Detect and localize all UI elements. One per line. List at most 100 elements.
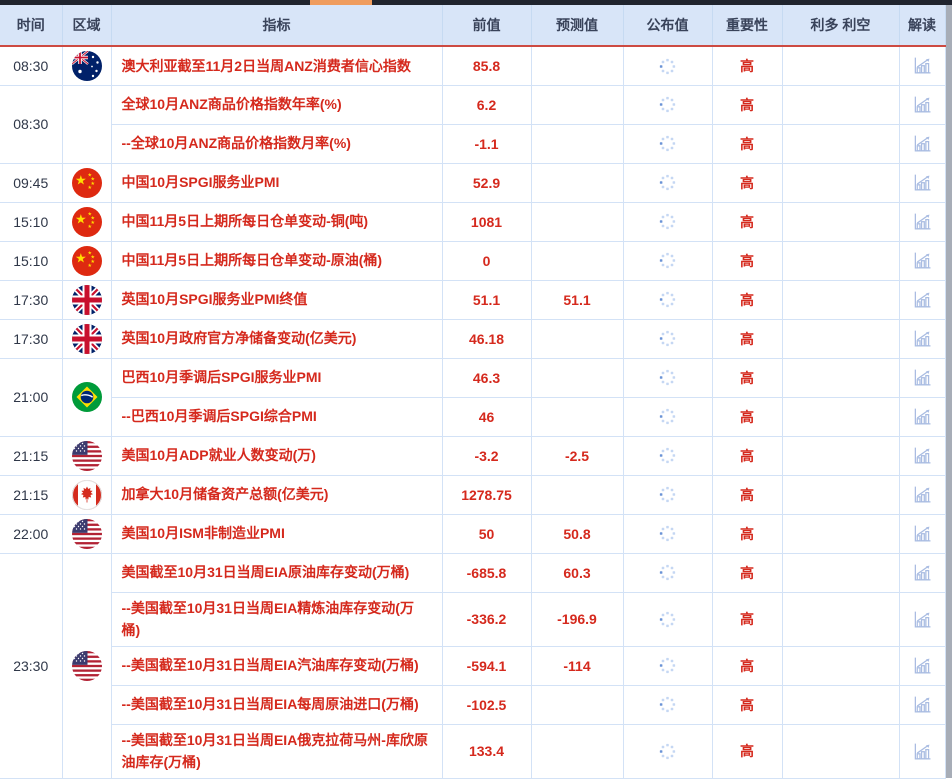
flag-brazil-icon — [72, 382, 102, 412]
published-value-cell — [623, 46, 712, 85]
indicator-link[interactable]: 美国截至10月31日当周EIA原油库存变动(万桶) — [111, 553, 442, 592]
interpretation-chart-icon[interactable] — [912, 55, 933, 76]
interpretation-chart-icon[interactable] — [912, 445, 933, 466]
indicator-link[interactable]: 加拿大10月储备资产总额(亿美元) — [111, 475, 442, 514]
region-cell — [62, 202, 111, 241]
indicator-link[interactable]: 英国10月SPGI服务业PMI终值 — [111, 280, 442, 319]
col-header-forecast: 预测值 — [531, 5, 623, 46]
table-row: 08:30 全球10月ANZ商品价格指数年率(%) 6.2 高 — [0, 85, 945, 124]
col-header-previous: 前值 — [442, 5, 531, 46]
forecast-value: 60.3 — [531, 553, 623, 592]
flag-usa-icon — [72, 651, 102, 681]
indicator-link[interactable]: 中国10月SPGI服务业PMI — [111, 163, 442, 202]
interpretation-cell[interactable] — [899, 241, 945, 280]
indicator-link[interactable]: 中国11月5日上期所每日仓单变动-原油(桶) — [111, 241, 442, 280]
region-cell — [62, 358, 111, 436]
interpretation-chart-icon[interactable] — [912, 211, 933, 232]
interpretation-chart-icon[interactable] — [912, 367, 933, 388]
indicator-link[interactable]: --全球10月ANZ商品价格指数月率(%) — [111, 124, 442, 163]
forecast-value — [531, 358, 623, 397]
interpretation-cell[interactable] — [899, 514, 945, 553]
importance-cell: 高 — [712, 124, 782, 163]
interpretation-chart-icon[interactable] — [912, 484, 933, 505]
forecast-value — [531, 46, 623, 85]
top-scrollbar-track[interactable] — [0, 0, 952, 5]
indicator-link[interactable]: 巴西10月季调后SPGI服务业PMI — [111, 358, 442, 397]
bullish-bearish-cell — [782, 85, 899, 124]
interpretation-cell[interactable] — [899, 46, 945, 85]
region-cell — [62, 163, 111, 202]
time-cell: 08:30 — [0, 46, 62, 85]
interpretation-cell[interactable] — [899, 475, 945, 514]
published-value-cell — [623, 163, 712, 202]
interpretation-chart-icon[interactable] — [912, 289, 933, 310]
indicator-link[interactable]: 澳大利亚截至11月2日当周ANZ消费者信心指数 — [111, 46, 442, 85]
indicator-link[interactable]: --美国截至10月31日当周EIA俄克拉荷马州-库欣原油库存(万桶) — [111, 724, 442, 778]
table-row: --美国截至10月31日当周EIA俄克拉荷马州-库欣原油库存(万桶) 133.4… — [0, 724, 945, 778]
previous-value: -102.5 — [442, 685, 531, 724]
forecast-value: 50.8 — [531, 514, 623, 553]
interpretation-cell[interactable] — [899, 124, 945, 163]
forecast-value — [531, 397, 623, 436]
interpretation-cell[interactable] — [899, 724, 945, 778]
importance-cell: 高 — [712, 319, 782, 358]
interpretation-cell[interactable] — [899, 280, 945, 319]
interpretation-cell[interactable] — [899, 553, 945, 592]
interpretation-cell[interactable] — [899, 436, 945, 475]
forecast-value: 51.1 — [531, 280, 623, 319]
interpretation-chart-icon[interactable] — [912, 406, 933, 427]
loading-spinner-icon — [659, 369, 676, 386]
published-value-cell — [623, 397, 712, 436]
previous-value: -594.1 — [442, 646, 531, 685]
vertical-scrollbar[interactable] — [946, 5, 952, 778]
top-scrollbar-thumb[interactable] — [310, 0, 372, 5]
interpretation-chart-icon[interactable] — [912, 328, 933, 349]
indicator-link[interactable]: 英国10月政府官方净储备变动(亿美元) — [111, 319, 442, 358]
interpretation-cell[interactable] — [899, 685, 945, 724]
interpretation-chart-icon[interactable] — [912, 655, 933, 676]
interpretation-cell[interactable] — [899, 163, 945, 202]
interpretation-cell[interactable] — [899, 592, 945, 646]
interpretation-cell[interactable] — [899, 397, 945, 436]
table-row: 17:30 英国10月SPGI服务业PMI终值 51.1 51.1 高 — [0, 280, 945, 319]
interpretation-cell[interactable] — [899, 358, 945, 397]
previous-value: 52.9 — [442, 163, 531, 202]
table-row: --美国截至10月31日当周EIA每周原油进口(万桶) -102.5 高 — [0, 685, 945, 724]
indicator-link[interactable]: --巴西10月季调后SPGI综合PMI — [111, 397, 442, 436]
previous-value: -3.2 — [442, 436, 531, 475]
interpretation-chart-icon[interactable] — [912, 94, 933, 115]
time-cell: 23:30 — [0, 553, 62, 778]
importance-cell: 高 — [712, 475, 782, 514]
indicator-link[interactable]: 美国10月ADP就业人数变动(万) — [111, 436, 442, 475]
col-header-indicator: 指标 — [111, 5, 442, 46]
interpretation-cell[interactable] — [899, 646, 945, 685]
loading-spinner-icon — [659, 486, 676, 503]
indicator-link[interactable]: --美国截至10月31日当周EIA汽油库存变动(万桶) — [111, 646, 442, 685]
interpretation-chart-icon[interactable] — [912, 133, 933, 154]
published-value-cell — [623, 514, 712, 553]
flag-australia-icon — [72, 51, 102, 81]
interpretation-chart-icon[interactable] — [912, 172, 933, 193]
interpretation-chart-icon[interactable] — [912, 609, 933, 630]
indicator-link[interactable]: 中国11月5日上期所每日仓单变动-铜(吨) — [111, 202, 442, 241]
interpretation-cell[interactable] — [899, 202, 945, 241]
interpretation-chart-icon[interactable] — [912, 523, 933, 544]
forecast-value — [531, 724, 623, 778]
interpretation-chart-icon[interactable] — [912, 250, 933, 271]
loading-spinner-icon — [659, 252, 676, 269]
forecast-value: -114 — [531, 646, 623, 685]
interpretation-chart-icon[interactable] — [912, 562, 933, 583]
indicator-link[interactable]: 美国10月ISM非制造业PMI — [111, 514, 442, 553]
indicator-link[interactable]: 全球10月ANZ商品价格指数年率(%) — [111, 85, 442, 124]
indicator-link[interactable]: --美国截至10月31日当周EIA精炼油库存变动(万桶) — [111, 592, 442, 646]
forecast-value — [531, 241, 623, 280]
interpretation-cell[interactable] — [899, 85, 945, 124]
col-header-importance: 重要性 — [712, 5, 782, 46]
bullish-bearish-cell — [782, 553, 899, 592]
interpretation-chart-icon[interactable] — [912, 694, 933, 715]
importance-cell: 高 — [712, 592, 782, 646]
interpretation-cell[interactable] — [899, 319, 945, 358]
interpretation-chart-icon[interactable] — [912, 741, 933, 762]
published-value-cell — [623, 202, 712, 241]
indicator-link[interactable]: --美国截至10月31日当周EIA每周原油进口(万桶) — [111, 685, 442, 724]
